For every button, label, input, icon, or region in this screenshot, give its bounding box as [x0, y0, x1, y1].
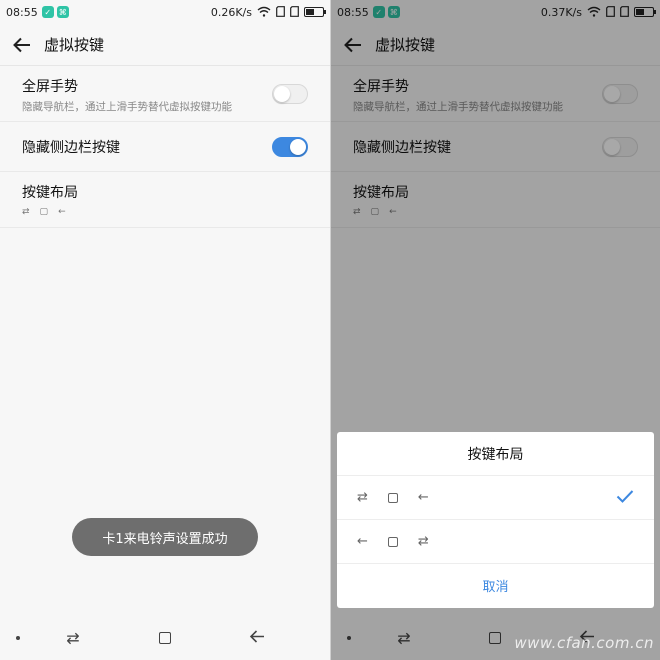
layout-preview: ⇄ ▢ ←	[22, 208, 310, 217]
app-badge-icon: ⌘	[56, 6, 69, 18]
settings-list: 全屏手势 隐藏导航栏，通过上滑手势替代虚拟按键功能 隐藏侧边栏按键 按键布局 ⇄…	[0, 66, 330, 228]
arrow-left-icon[interactable]	[12, 35, 32, 55]
toolbar: 虚拟按键	[0, 24, 330, 66]
check-icon	[616, 487, 634, 508]
status-time: 08:55	[6, 5, 38, 19]
right-screen: 08:55 ✓ ⌘ 0.37K/s 虚拟按键 全屏手势 隐藏导航栏，通过上滑手势…	[331, 0, 660, 660]
switch-icon: ⇄	[22, 207, 30, 217]
page-title: 虚拟按键	[44, 36, 105, 54]
toast-message: 卡1来电铃声设置成功	[72, 518, 258, 556]
sim-icon	[276, 5, 285, 19]
setting-title: 隐藏侧边栏按键	[22, 139, 120, 156]
option-icons: ← ⇄	[357, 534, 429, 549]
battery-icon	[304, 7, 326, 17]
wifi-icon	[257, 6, 271, 19]
back-arrow-icon[interactable]	[249, 629, 265, 648]
setting-fullscreen-gesture[interactable]: 全屏手势 隐藏导航栏，通过上滑手势替代虚拟按键功能	[0, 66, 330, 122]
dot-icon[interactable]	[16, 636, 20, 640]
switch-icon: ⇄	[417, 534, 429, 549]
back-arrow-icon: ←	[417, 490, 429, 505]
setting-hide-sidebar-keys[interactable]: 隐藏侧边栏按键	[0, 122, 330, 172]
square-icon	[387, 536, 398, 547]
key-layout-dialog: 按键布局 ⇄ ← ← ⇄ 取消	[337, 432, 654, 608]
option-icons: ⇄ ←	[357, 490, 429, 505]
cancel-button[interactable]: 取消	[337, 564, 654, 607]
layout-option-2[interactable]: ← ⇄	[337, 520, 654, 564]
switch-icon: ⇄	[357, 490, 368, 505]
left-screen: 08:55 ✓ ⌘ 0.26K/s 虚拟按键 全屏手势 隐藏导航栏，通过上滑手势…	[0, 0, 330, 660]
setting-title: 全屏手势	[22, 79, 78, 95]
setting-desc: 隐藏导航栏，通过上滑手势替代虚拟按键功能	[22, 101, 232, 113]
status-bar: 08:55 ✓ ⌘ 0.26K/s	[0, 0, 330, 24]
sim-icon	[290, 5, 299, 19]
app-badge-icon: ✓	[41, 6, 54, 18]
setting-key-layout[interactable]: 按键布局 ⇄ ▢ ←	[0, 172, 330, 228]
square-icon: ▢	[39, 207, 49, 217]
back-arrow-icon: ←	[58, 207, 66, 217]
nav-bar: ⇄	[0, 616, 330, 660]
status-right: 0.26K/s	[210, 5, 326, 19]
setting-title: 按键布局	[22, 185, 78, 201]
switch-icon[interactable]: ⇄	[66, 629, 79, 648]
hide-sidebar-keys-toggle[interactable]	[272, 136, 308, 157]
home-square-icon[interactable]	[159, 632, 171, 644]
square-icon	[387, 492, 398, 503]
watermark: www.cfan.com.cn	[514, 634, 654, 652]
fullscreen-gesture-toggle[interactable]	[272, 83, 308, 104]
layout-option-1[interactable]: ⇄ ←	[337, 476, 654, 520]
back-arrow-icon: ←	[357, 534, 368, 549]
network-speed: 0.26K/s	[210, 5, 252, 19]
dialog-title: 按键布局	[337, 432, 654, 476]
